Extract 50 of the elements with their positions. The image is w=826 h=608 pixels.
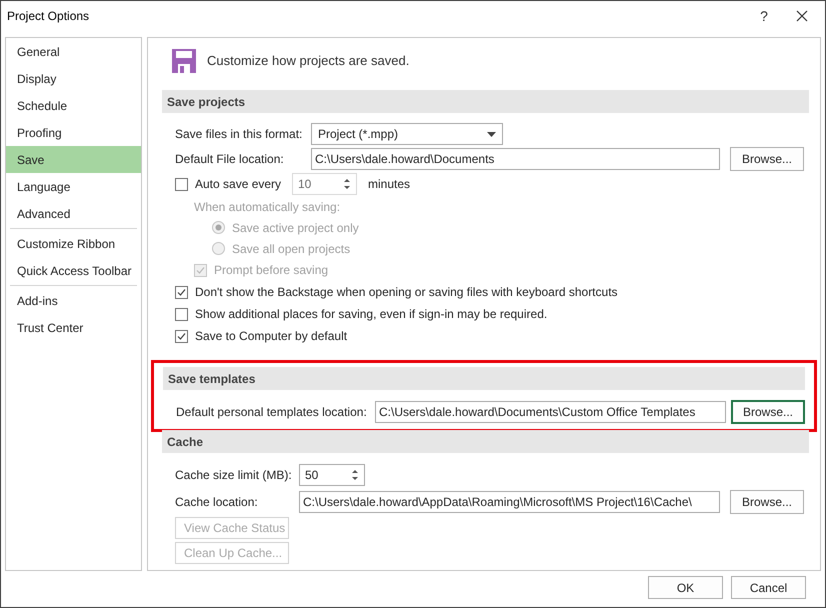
window-title: Project Options bbox=[7, 8, 90, 25]
browse-button[interactable]: Browse... bbox=[730, 490, 804, 514]
spin-box[interactable]: 50 bbox=[299, 464, 365, 486]
dialog-button[interactable]: OK bbox=[648, 576, 723, 599]
sidebar-item[interactable]: Trust Center bbox=[6, 314, 141, 341]
field-label: Save to Computer by default bbox=[195, 328, 348, 345]
sidebar-item[interactable]: Customize Ribbon bbox=[6, 230, 141, 257]
field-label: Don't show the Backstage when opening or saving files with keyboard shortcuts bbox=[195, 284, 618, 301]
field-label: When automatically saving: bbox=[194, 199, 340, 216]
page-heading: Customize how projects are saved. bbox=[207, 52, 410, 70]
browse-button[interactable]: Browse... bbox=[730, 146, 804, 170]
sidebar-item[interactable]: Display bbox=[6, 65, 141, 92]
sidebar-item[interactable]: Advanced bbox=[6, 200, 141, 227]
field-label: Save files in this format: bbox=[175, 126, 304, 143]
text-field[interactable]: C:\Users\dale.howard\AppData\Roaming\Microsoft\MS Project\16\Cache\ bbox=[299, 490, 720, 512]
text-field[interactable]: C:\Users\dale.howard\Documents bbox=[311, 148, 720, 170]
section-header: Save templates bbox=[163, 367, 805, 390]
field-label: Save all open projects bbox=[232, 240, 350, 258]
field-label: minutes bbox=[368, 176, 410, 193]
dialog-button[interactable]: Cancel bbox=[731, 576, 806, 599]
field-label: Default personal templates location: bbox=[176, 404, 368, 420]
browse-button[interactable]: Browse... bbox=[731, 400, 805, 424]
spinner-arrows-icon[interactable] bbox=[343, 177, 351, 191]
help-button[interactable]: ? bbox=[749, 3, 779, 29]
sidebar-item[interactable]: Schedule bbox=[6, 92, 141, 119]
checkbox[interactable] bbox=[175, 286, 188, 298]
field-label: Prompt before saving bbox=[214, 262, 328, 279]
field-label: Cache location: bbox=[175, 494, 259, 510]
checkbox[interactable] bbox=[175, 178, 188, 190]
sidebar-item[interactable]: Language bbox=[6, 173, 141, 200]
sidebar-item[interactable]: Proofing bbox=[6, 119, 141, 146]
format-dropdown[interactable]: Project (*.mpp) bbox=[311, 123, 503, 145]
sidebar-item[interactable]: Save bbox=[6, 146, 141, 173]
text-field[interactable]: C:\Users\dale.howard\Documents\Custom Office Templates bbox=[375, 400, 726, 422]
spin-box[interactable]: 10 bbox=[292, 173, 357, 195]
checkbox[interactable] bbox=[175, 330, 188, 342]
sidebar-item[interactable]: Add-ins bbox=[6, 287, 141, 314]
section-header: Save projects bbox=[162, 90, 809, 113]
field-label: Show additional places for saving, even if sign-in may be required. bbox=[195, 306, 548, 323]
close-icon[interactable] bbox=[796, 10, 808, 22]
sidebar-item[interactable]: General bbox=[6, 38, 141, 65]
section-header: Cache bbox=[162, 430, 809, 453]
checkbox[interactable] bbox=[175, 308, 188, 320]
field-label: Save active project only bbox=[232, 220, 359, 236]
field-label: Auto save every bbox=[195, 176, 282, 193]
sidebar-item[interactable]: Quick Access Toolbar bbox=[6, 257, 141, 284]
dropdown-arrow-icon[interactable] bbox=[487, 132, 496, 136]
field-label: Default File location: bbox=[175, 150, 285, 168]
spinner-arrows-icon[interactable] bbox=[351, 468, 359, 482]
field-label: Cache size limit (MB): bbox=[175, 466, 293, 484]
